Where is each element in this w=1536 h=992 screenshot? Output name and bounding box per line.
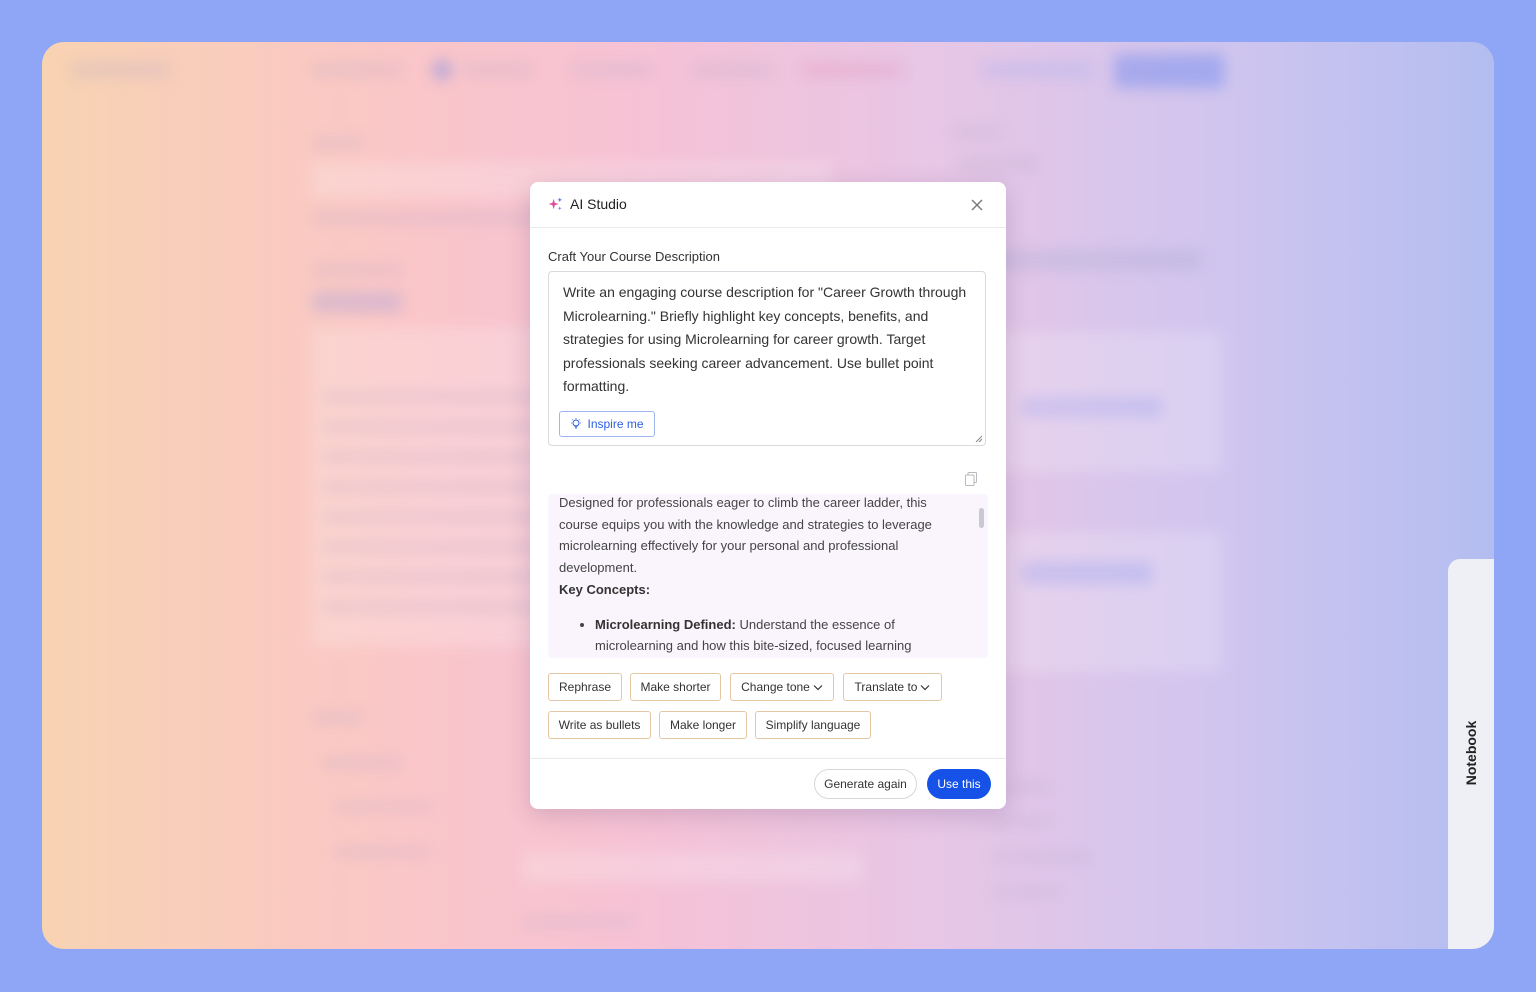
result-intro: Designed for professionals eager to clim… bbox=[559, 495, 932, 576]
notebook-tab-label: Notebook bbox=[1463, 720, 1479, 786]
result-scrollbar[interactable] bbox=[979, 508, 984, 528]
translate-to-dropdown[interactable]: Translate to bbox=[843, 673, 942, 701]
generated-result-panel[interactable]: Designed for professionals eager to clim… bbox=[548, 494, 988, 658]
simplify-language-button[interactable]: Simplify language bbox=[755, 711, 871, 739]
chevron-down-icon bbox=[921, 684, 930, 690]
make-shorter-label: Make shorter bbox=[640, 680, 711, 694]
generate-again-button[interactable]: Generate again bbox=[814, 769, 917, 799]
inspire-me-button[interactable]: Inspire me bbox=[559, 411, 655, 437]
make-longer-button[interactable]: Make longer bbox=[659, 711, 747, 739]
modal-footer: Generate again Use this bbox=[530, 758, 1006, 810]
notebook-tab[interactable]: Notebook bbox=[1448, 559, 1494, 949]
prompt-text[interactable]: Write an engaging course description for… bbox=[563, 281, 973, 399]
inspire-me-label: Inspire me bbox=[587, 417, 644, 431]
close-icon[interactable] bbox=[970, 198, 984, 212]
resize-handle-icon[interactable] bbox=[975, 435, 983, 443]
modal-title: AI Studio bbox=[570, 196, 627, 212]
modal-header: AI Studio bbox=[530, 182, 1006, 228]
change-tone-label: Change tone bbox=[741, 680, 810, 694]
write-as-bullets-button[interactable]: Write as bullets bbox=[548, 711, 651, 739]
rephrase-label: Rephrase bbox=[558, 680, 612, 694]
copy-icon[interactable] bbox=[965, 472, 977, 486]
prompt-textarea[interactable]: Write an engaging course description for… bbox=[548, 271, 986, 446]
translate-to-label: Translate to bbox=[854, 680, 918, 694]
result-heading: Key Concepts: bbox=[559, 581, 651, 597]
make-longer-label: Make longer bbox=[669, 718, 737, 732]
simplify-language-label: Simplify language bbox=[765, 718, 861, 732]
section-label: Craft Your Course Description bbox=[548, 249, 720, 264]
chevron-down-icon bbox=[813, 684, 823, 690]
write-as-bullets-label: Write as bullets bbox=[558, 718, 641, 732]
ai-studio-modal: AI Studio Craft Your Course Description … bbox=[530, 182, 1006, 809]
make-shorter-button[interactable]: Make shorter bbox=[630, 673, 721, 701]
result-bullet-list: Microlearning Defined: Understand the es… bbox=[559, 614, 959, 657]
rephrase-button[interactable]: Rephrase bbox=[548, 673, 622, 701]
result-bullet: Microlearning Defined: Understand the es… bbox=[595, 614, 959, 657]
sparkle-icon bbox=[548, 197, 563, 211]
use-this-button[interactable]: Use this bbox=[927, 769, 991, 799]
change-tone-dropdown[interactable]: Change tone bbox=[730, 673, 834, 701]
generated-result-text: Designed for professionals eager to clim… bbox=[559, 494, 959, 657]
lightbulb-icon bbox=[571, 418, 582, 429]
bullet-term: Microlearning Defined: bbox=[595, 616, 736, 632]
